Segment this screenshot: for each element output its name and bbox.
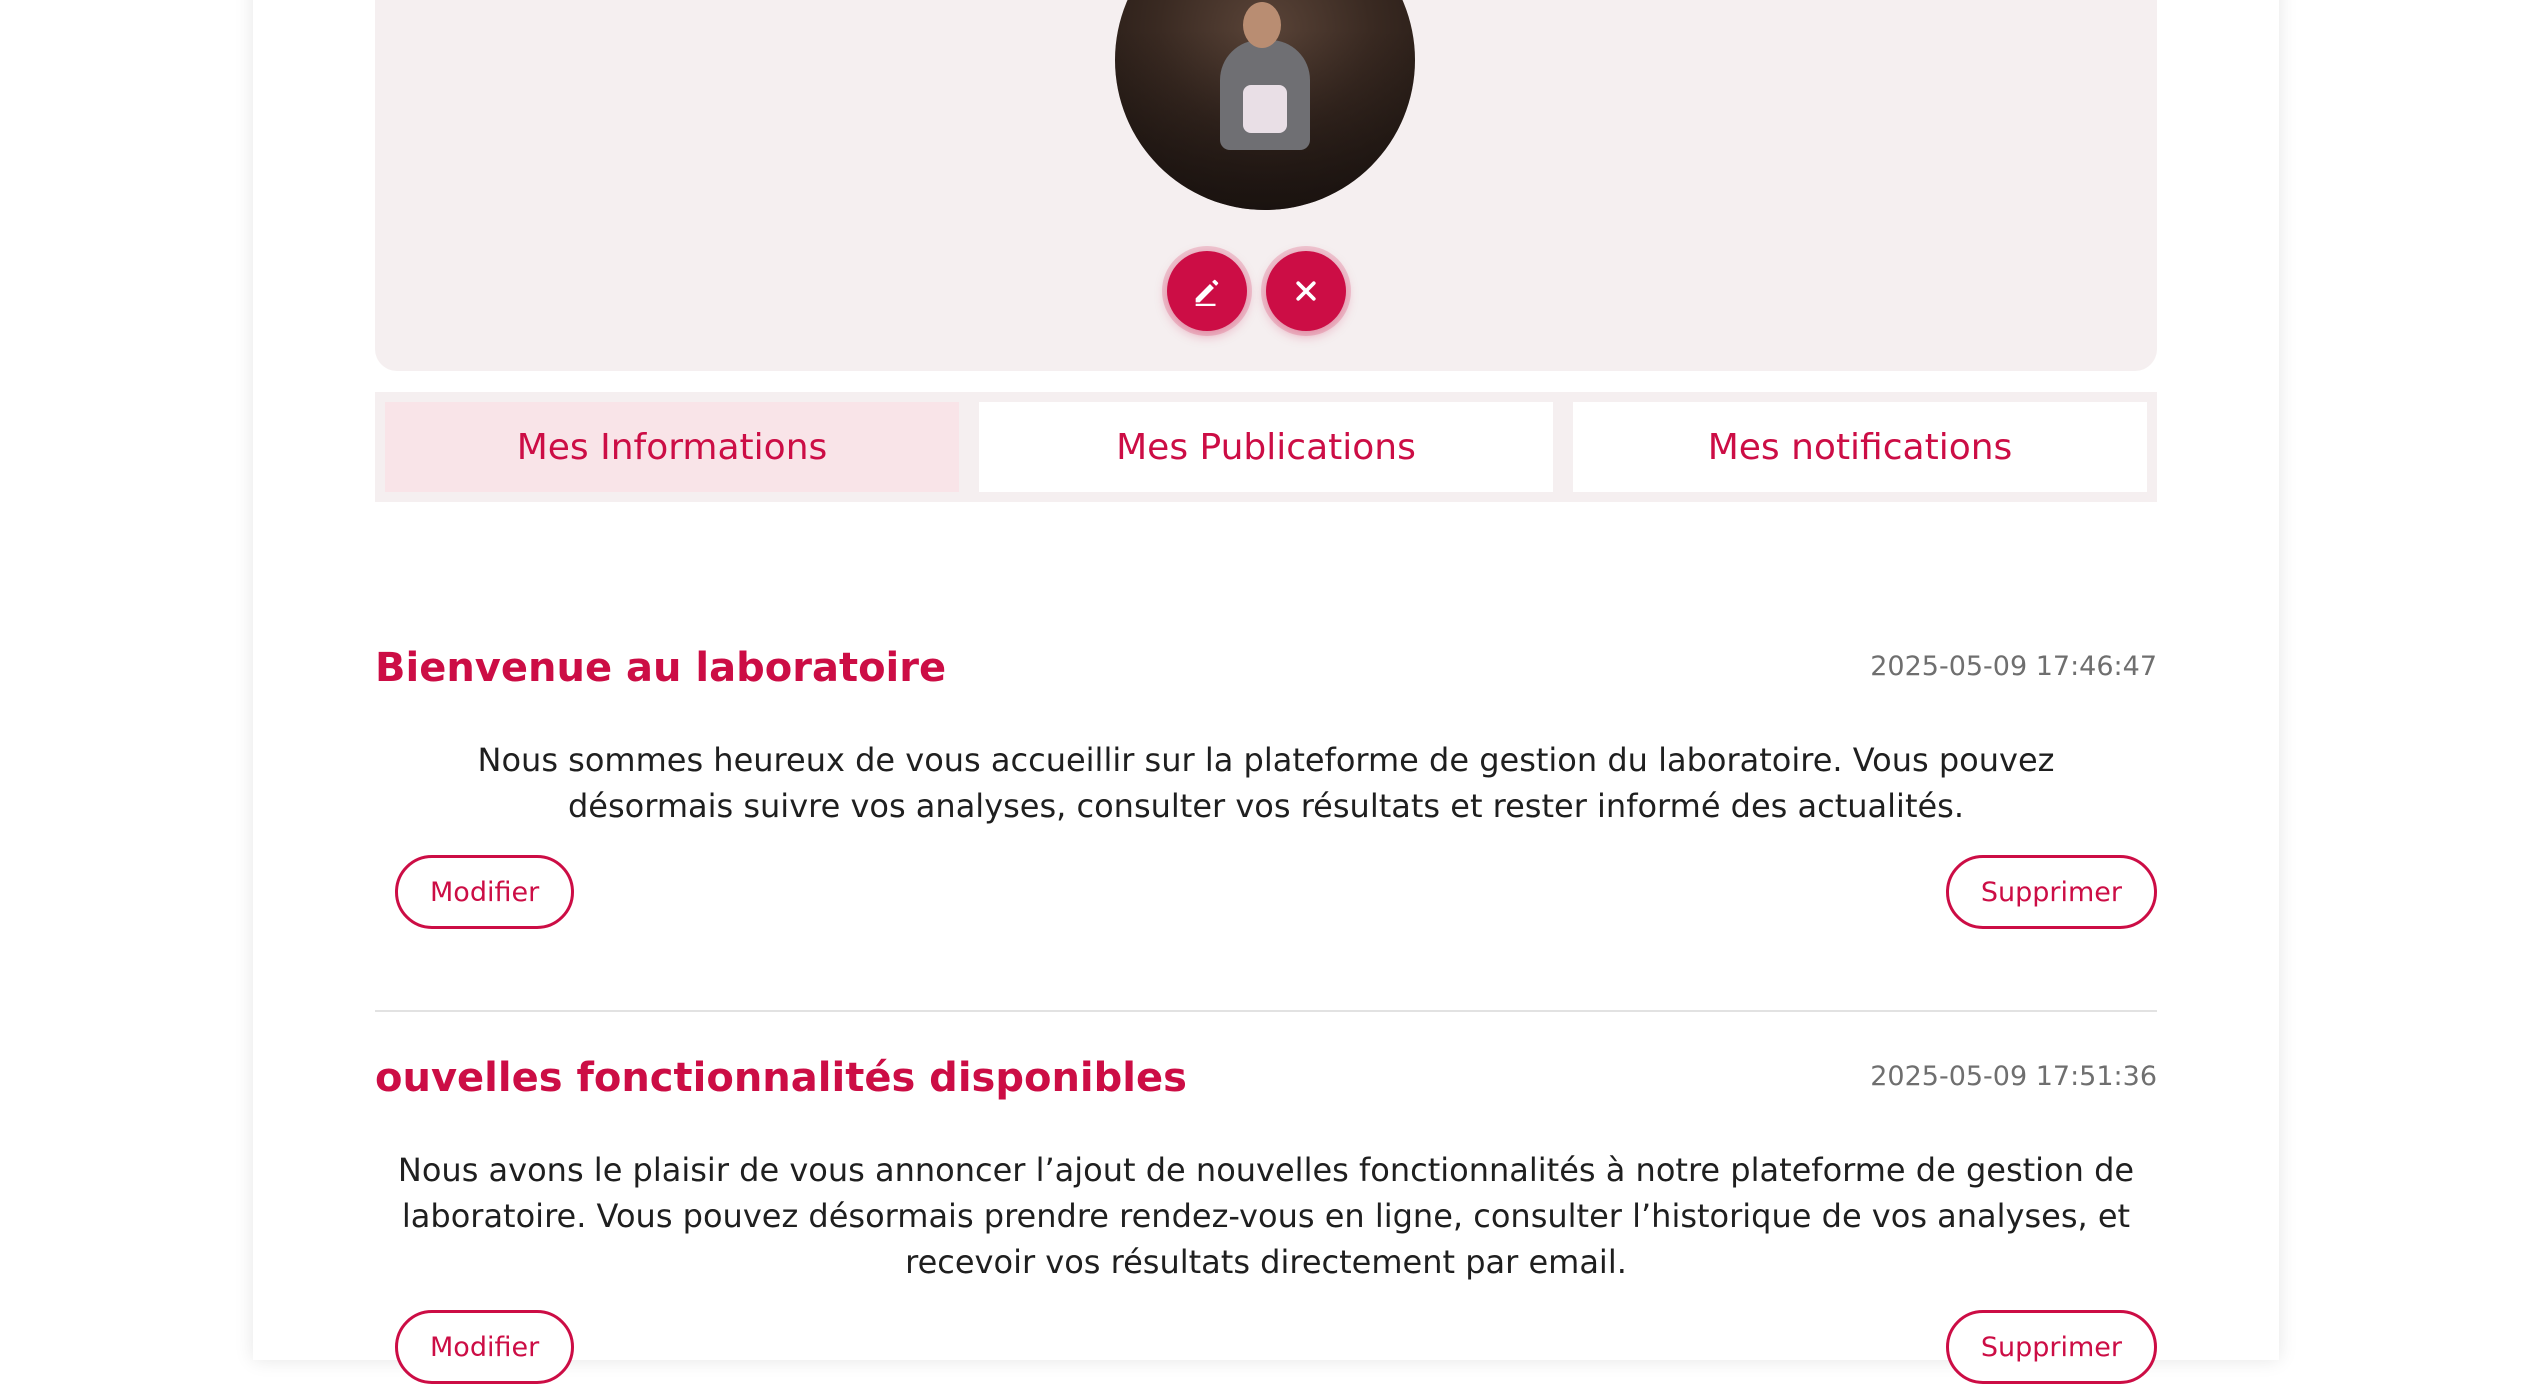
tab-mes-notifications[interactable]: Mes notifications xyxy=(1573,402,2147,492)
post-body: Nous avons le plaisir de vous annoncer l… xyxy=(397,1151,2135,1281)
post-body: Nous sommes heureux de vous accueillir s… xyxy=(477,741,2055,825)
pencil-icon xyxy=(1195,279,1219,307)
post-item: ouvelles fonctionnalités disponibles 202… xyxy=(375,1055,2157,1384)
post-date: 2025-05-09 17:51:36 xyxy=(1870,1061,2157,1092)
profile-tabs: Mes Informations Mes Publications Mes no… xyxy=(375,392,2157,502)
remove-avatar-button[interactable] xyxy=(1266,251,1346,331)
edit-avatar-button[interactable] xyxy=(1167,251,1247,331)
post-date: 2025-05-09 17:46:47 xyxy=(1870,651,2157,682)
close-icon xyxy=(1296,281,1316,301)
modify-post-button[interactable]: Modifier xyxy=(395,855,575,929)
post-title: ouvelles fonctionnalités disponibles xyxy=(375,1055,1187,1101)
tab-mes-publications[interactable]: Mes Publications xyxy=(979,402,1553,492)
avatar xyxy=(1115,0,1415,210)
post-title: Bienvenue au laboratoire xyxy=(375,645,947,691)
modify-post-button[interactable]: Modifier xyxy=(395,1310,575,1384)
tab-mes-informations[interactable]: Mes Informations xyxy=(385,402,959,492)
avatar-figure-head xyxy=(1243,2,1281,48)
post-item: Bienvenue au laboratoire 2025-05-09 17:4… xyxy=(375,645,2157,935)
delete-post-button[interactable]: Supprimer xyxy=(1945,1310,2157,1384)
avatar-figure-bag xyxy=(1243,85,1287,133)
delete-post-button[interactable]: Supprimer xyxy=(1945,855,2157,929)
post-divider xyxy=(375,1010,2157,1012)
